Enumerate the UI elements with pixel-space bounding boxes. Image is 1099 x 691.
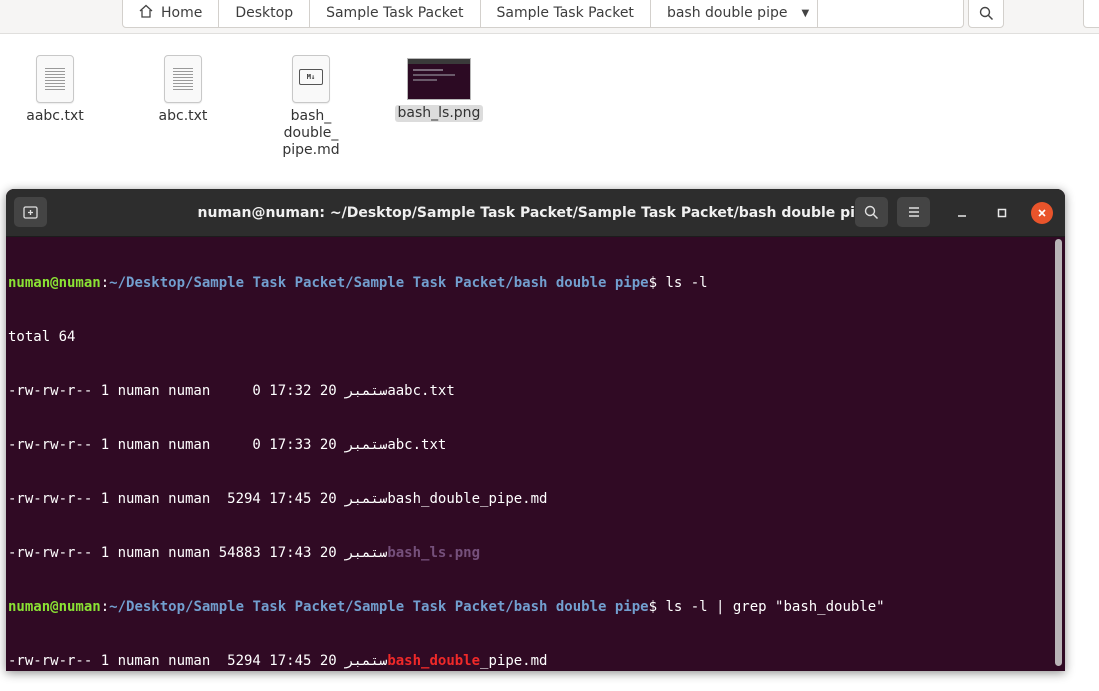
terminal-line-ls-row: -rw-rw-r-- 1 numan numan 0 17:32 20 ستمب… — [8, 383, 455, 399]
dropdown-triangle-icon[interactable]: ▼ — [801, 8, 809, 19]
breadcrumb-sample-task-packet[interactable]: Sample Task Packet — [310, 0, 481, 27]
minimize-icon — [958, 215, 966, 217]
breadcrumb-label: Desktop — [235, 5, 294, 21]
terminal-line-total: total 64 — [8, 329, 76, 345]
terminal-title: numan@numan: ~/Desktop/Sample Task Packe… — [197, 204, 875, 221]
file-name: aabc.txt — [26, 108, 84, 124]
month-name: ستمبر — [345, 653, 388, 669]
terminal-output[interactable]: numan@numan:~/Desktop/Sample Task Packet… — [8, 238, 1051, 671]
maximize-button[interactable] — [991, 202, 1013, 224]
hamburger-menu-button[interactable] — [897, 197, 930, 227]
terminal-search-button[interactable] — [855, 197, 888, 227]
search-icon — [979, 6, 993, 20]
terminal-line-prompt-1: numan@numan:~/Desktop/Sample Task Packet… — [8, 275, 708, 291]
breadcrumb-desktop[interactable]: Desktop — [219, 0, 311, 27]
command-text: ls -l | grep "bash_double" — [665, 599, 885, 615]
breadcrumb-label: bash double pipe — [666, 5, 788, 21]
terminal-line-ls-row: -rw-rw-r-- 1 numan numan 0 17:33 20 ستمب… — [8, 437, 447, 453]
prompt-user: numan@numan — [8, 599, 101, 615]
text-file-icon — [164, 55, 202, 103]
new-tab-button[interactable] — [14, 197, 47, 227]
command-text: ls -l — [665, 275, 708, 291]
listing-filename: bash_double_pipe.md — [387, 491, 548, 507]
prompt-path: ~/Desktop/Sample Task Packet/Sample Task… — [109, 275, 649, 291]
terminal-line-ls-row: -rw-rw-r-- 1 numan numan 5294 17:45 20 س… — [8, 491, 548, 507]
breadcrumb-spacer — [818, 0, 963, 27]
maximize-icon — [997, 208, 1007, 218]
breadcrumb-bash-double-pipe[interactable]: bash double pipe ▼ — [651, 0, 819, 27]
close-button[interactable] — [1031, 202, 1053, 224]
search-button[interactable] — [968, 0, 1004, 28]
prompt-path: ~/Desktop/Sample Task Packet/Sample Task… — [109, 599, 649, 615]
menu-button[interactable] — [1083, 0, 1099, 28]
file-bash-double-pipe-md[interactable]: M↓ bash_ double_ pipe.md — [266, 55, 356, 159]
search-icon — [864, 205, 879, 219]
minimize-button[interactable] — [951, 202, 973, 224]
month-name: ستمبر — [345, 437, 388, 453]
new-tab-icon — [23, 205, 38, 219]
text-file-icon — [36, 55, 74, 103]
markdown-file-icon: M↓ — [292, 55, 330, 103]
listing-filename: bash_ls.png — [387, 545, 481, 561]
listing-filename: aabc.txt — [387, 383, 455, 399]
terminal-line-grep-row: -rw-rw-r-- 1 numan numan 5294 17:45 20 س… — [8, 653, 548, 669]
month-name: ستمبر — [345, 491, 388, 507]
month-name: ستمبر — [345, 545, 388, 561]
markdown-badge: M↓ — [299, 69, 323, 85]
listing-filename: abc.txt — [387, 437, 447, 453]
breadcrumb-label: Sample Task Packet — [496, 5, 634, 21]
file-name: bash_ double_ pipe.md — [282, 108, 340, 158]
file-aabc-txt[interactable]: aabc.txt — [10, 55, 100, 125]
breadcrumb-home[interactable]: Home — [123, 0, 220, 27]
grep-match: bash_double — [387, 653, 481, 669]
file-bash-ls-png[interactable]: bash_ls.png — [394, 55, 484, 122]
file-name: abc.txt — [158, 108, 208, 124]
terminal-headerbar: numan@numan: ~/Desktop/Sample Task Packe… — [6, 189, 1065, 237]
close-icon — [1038, 209, 1046, 217]
terminal-window: numan@numan: ~/Desktop/Sample Task Packe… — [6, 189, 1065, 671]
prompt-user: numan@numan — [8, 275, 101, 291]
hamburger-menu-icon — [908, 207, 919, 217]
breadcrumb-label: Home — [161, 5, 203, 21]
path-bar: Home Desktop Sample Task Packet Sample T… — [0, 0, 1099, 34]
file-name: bash_ls.png — [394, 105, 484, 122]
month-name: ستمبر — [345, 383, 388, 399]
terminal-line-ls-row: -rw-rw-r-- 1 numan numan 54883 17:43 20 … — [8, 545, 481, 561]
terminal-line-prompt-2: numan@numan:~/Desktop/Sample Task Packet… — [8, 599, 885, 615]
breadcrumb: Home Desktop Sample Task Packet Sample T… — [122, 0, 964, 28]
image-thumbnail-icon — [407, 58, 471, 100]
breadcrumb-label: Sample Task Packet — [326, 5, 464, 21]
terminal-scrollbar[interactable] — [1055, 239, 1062, 666]
file-abc-txt[interactable]: abc.txt — [138, 55, 228, 125]
home-icon — [139, 4, 153, 22]
breadcrumb-sample-task-packet-2[interactable]: Sample Task Packet — [481, 0, 651, 27]
